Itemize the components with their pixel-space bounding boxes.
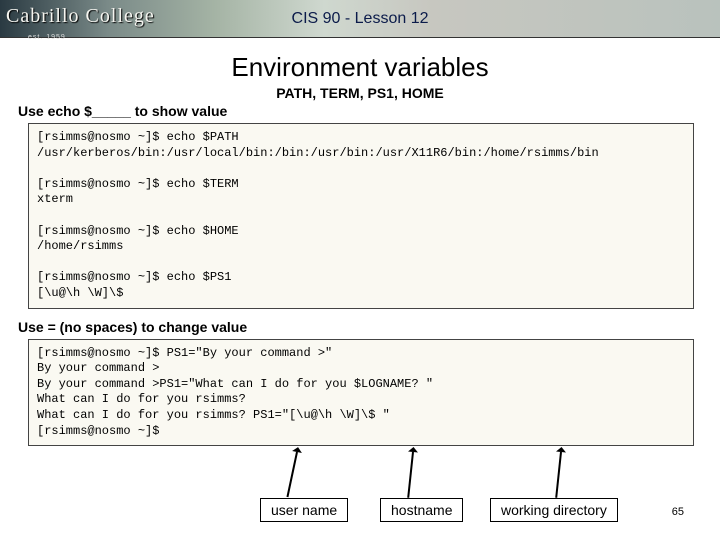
terminal-output-show: [rsimms@nosmo ~]$ echo $PATH /usr/kerber… <box>28 123 694 309</box>
terminal-output-change: [rsimms@nosmo ~]$ PS1="By your command >… <box>28 339 694 447</box>
arrow-wd <box>555 452 562 498</box>
arrow-host <box>407 452 414 498</box>
env-var-list: PATH, TERM, PS1, HOME <box>18 85 702 101</box>
callout-user-name: user name <box>260 498 348 522</box>
page-number: 65 <box>672 506 684 518</box>
page-title: Environment variables <box>18 52 702 83</box>
usage-change-value: Use = (no spaces) to change value <box>18 319 702 335</box>
slide-header: Cabrillo College est. 1959 CIS 90 - Less… <box>0 0 720 38</box>
college-logo: Cabrillo College est. 1959 <box>6 4 196 32</box>
arrow-user <box>286 452 298 497</box>
usage-show-value: Use echo $_____ to show value <box>18 103 702 119</box>
lesson-title: CIS 90 - Lesson 12 <box>292 10 429 28</box>
callout-hostname: hostname <box>380 498 463 522</box>
slide-content: Environment variables PATH, TERM, PS1, H… <box>0 38 720 446</box>
callout-working-directory: working directory <box>490 498 618 522</box>
logo-text: Cabrillo College <box>6 5 155 27</box>
